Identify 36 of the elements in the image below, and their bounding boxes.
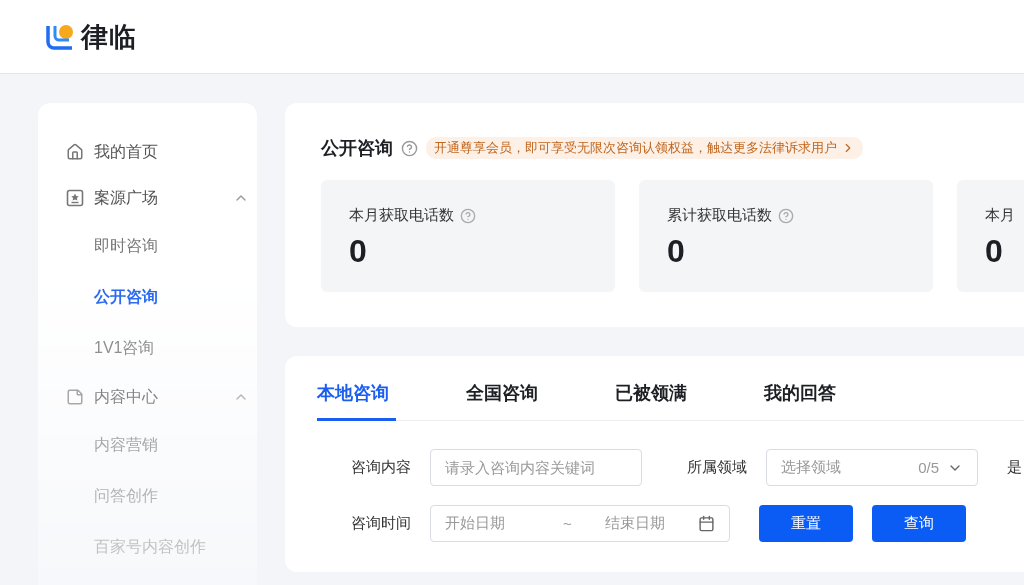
note-icon [66,388,84,406]
reset-button[interactable]: 重置 [759,505,853,542]
star-card-icon [66,189,84,207]
sidebar-item[interactable]: 我的首页 [66,129,257,175]
tab[interactable]: 我的回答 [764,371,843,421]
stat-label: 本月获取电话数 [349,206,454,225]
keyword-input[interactable]: 请录入咨询内容关键词 [430,449,642,486]
sidebar-subitem[interactable]: 即时咨询 [66,221,257,272]
field-label: 咨询时间 [351,514,412,533]
sidebar-subitem[interactable]: 1V1咨询 [66,323,257,374]
tab[interactable]: 已被领满 [615,371,694,421]
page-title: 公开咨询 [321,137,393,160]
calendar-icon [698,515,715,532]
stat-value: 0 [667,233,686,270]
search-button[interactable]: 查询 [872,505,966,542]
stat-value: 0 [985,233,1004,270]
tab[interactable]: 全国咨询 [466,371,545,421]
field-label: 咨询内容 [351,458,412,477]
stat-label: 累计获取电话数 [667,206,772,225]
home-icon [66,143,84,161]
stat-value: 0 [349,233,368,270]
membership-banner[interactable]: 开通尊享会员，即可享受无限次咨询认领权益，触达更多法律诉求用户 [426,137,863,159]
stat-label: 本月 [985,206,1015,225]
tab[interactable]: 本地咨询 [317,371,396,421]
sidebar-group[interactable]: 案源广场 [66,175,257,221]
help-icon[interactable] [401,139,418,157]
date-range-input[interactable]: 开始日期 ~ 结束日期 [430,505,730,542]
field-label: 所属领域 [687,458,748,477]
domain-select[interactable]: 选择领域 0/5 [766,449,978,486]
logo-icon [45,23,75,50]
field-label: 是 [1007,458,1023,477]
sidebar-group[interactable]: 内容中心 [66,374,257,420]
help-icon[interactable] [778,207,794,224]
help-icon[interactable] [460,207,476,224]
logo-text: 律临 [81,20,137,54]
sidebar-subitem[interactable]: 公开咨询 [66,272,257,323]
